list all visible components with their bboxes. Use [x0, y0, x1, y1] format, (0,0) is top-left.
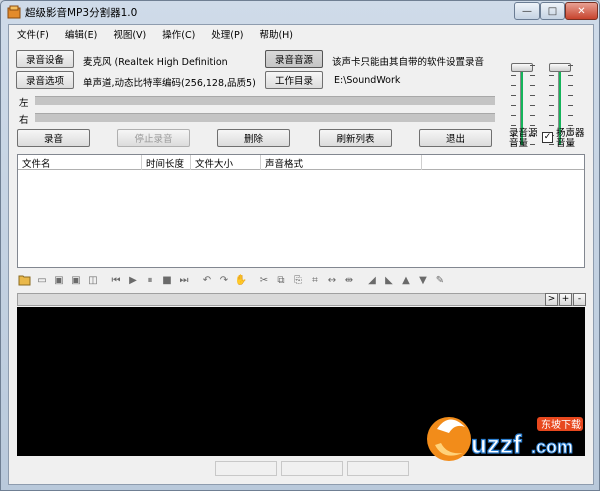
- stop-record-button[interactable]: 停止录音: [117, 129, 190, 147]
- open-folder-icon[interactable]: [17, 272, 33, 288]
- speaker-volume-label: 扬声器 音量: [556, 129, 585, 149]
- edit-toolbar: ▭ ▣ ▣ ◫ ⏮ ▶ ⏸ ■ ⏭ ↶ ↷ ✋ ✂ ⧉ ⎘ ⌗ ↔ ⇹ ◢ ◣ …: [17, 271, 585, 289]
- right-level-meter: [35, 113, 495, 122]
- watermark-brand: uzzf: [471, 429, 522, 459]
- status-cell-2: [281, 461, 343, 476]
- redo-icon[interactable]: ↷: [216, 272, 232, 288]
- cut-icon[interactable]: ✂: [256, 272, 272, 288]
- hand-icon[interactable]: ✋: [233, 272, 249, 288]
- volume-down-icon[interactable]: ▼: [415, 272, 431, 288]
- save-selection-icon[interactable]: ◫: [85, 272, 101, 288]
- app-window: 超级影音MP3分割器1.0 — □ ✕ 文件(F) 编辑(E) 视图(V) 操作…: [0, 0, 600, 491]
- column-empty: [422, 155, 584, 170]
- menu-file[interactable]: 文件(F): [9, 25, 57, 42]
- speaker-checkbox[interactable]: ✓: [542, 132, 553, 143]
- column-filesize[interactable]: 文件大小: [191, 155, 261, 170]
- speaker-volume-label-line2: 音量: [556, 138, 576, 149]
- record-button[interactable]: 录音: [17, 129, 90, 147]
- window-title: 超级影音MP3分割器1.0: [25, 7, 138, 19]
- delete-button[interactable]: 删除: [217, 129, 290, 147]
- file-list[interactable]: 文件名 时间长度 文件大小 声音格式: [17, 154, 585, 268]
- waveform-scrollbar[interactable]: > + -: [17, 293, 586, 306]
- record-options-button[interactable]: 录音选项: [16, 71, 74, 89]
- source-volume-label-line2: 音量: [509, 138, 529, 149]
- paste-icon[interactable]: ⎘: [290, 272, 306, 288]
- record-options-value: 单声道,动态比特率编码(256,128,品质5): [83, 78, 256, 89]
- save-as-icon[interactable]: ▣: [68, 272, 84, 288]
- play-icon[interactable]: ▶: [125, 272, 141, 288]
- menu-process[interactable]: 处理(P): [203, 25, 251, 42]
- column-filename[interactable]: 文件名: [18, 155, 142, 170]
- column-format[interactable]: 声音格式: [261, 155, 422, 170]
- right-channel-label: 右: [19, 115, 29, 126]
- save-icon[interactable]: ▣: [51, 272, 67, 288]
- minimize-button[interactable]: —: [514, 2, 540, 20]
- pause-icon[interactable]: ⏸: [142, 272, 158, 288]
- file-list-header: 文件名 时间长度 文件大小 声音格式: [18, 155, 584, 170]
- crop-icon[interactable]: ⌗: [307, 272, 323, 288]
- zoom-plus-button[interactable]: +: [559, 293, 572, 306]
- app-icon: [7, 5, 21, 19]
- zoom-out-icon[interactable]: ⇹: [341, 272, 357, 288]
- stop-icon[interactable]: ■: [159, 272, 175, 288]
- status-cell-1: [215, 461, 277, 476]
- fade-out-icon[interactable]: ◣: [381, 272, 397, 288]
- menu-bar: 文件(F) 编辑(E) 视图(V) 操作(C) 处理(P) 帮助(H): [9, 25, 593, 42]
- copy-icon[interactable]: ⧉: [273, 272, 289, 288]
- new-file-icon[interactable]: ▭: [34, 272, 50, 288]
- go-end-icon[interactable]: ⏭: [176, 272, 192, 288]
- record-source-note: 该声卡只能由其自带的软件设置录音: [332, 57, 485, 68]
- close-button[interactable]: ✕: [565, 2, 598, 20]
- go-start-icon[interactable]: ⏮: [108, 272, 124, 288]
- left-channel-label: 左: [19, 98, 29, 109]
- title-bar[interactable]: 超级影音MP3分割器1.0 — □ ✕: [1, 1, 599, 23]
- zoom-in-icon[interactable]: ↔: [324, 272, 340, 288]
- record-device-value: 麦克风 (Realtek High Definition: [83, 57, 228, 68]
- menu-view[interactable]: 视图(V): [105, 25, 154, 42]
- volume-up-icon[interactable]: ▲: [398, 272, 414, 288]
- fade-in-icon[interactable]: ◢: [364, 272, 380, 288]
- left-level-meter: [35, 96, 495, 105]
- workdir-value: E:\SoundWork: [334, 75, 401, 86]
- column-duration[interactable]: 时间长度: [142, 155, 191, 170]
- maximize-button[interactable]: □: [540, 2, 565, 20]
- menu-operate[interactable]: 操作(C): [154, 25, 203, 42]
- watermark-logo: uzzf .com 东坡下载: [427, 417, 583, 461]
- menu-edit[interactable]: 编辑(E): [57, 25, 105, 42]
- source-volume-label: 录音源 音量: [509, 129, 538, 149]
- scroll-right-button[interactable]: >: [545, 293, 558, 306]
- record-source-button[interactable]: 录音音源: [265, 50, 323, 68]
- menu-help[interactable]: 帮助(H): [251, 25, 301, 42]
- record-device-button[interactable]: 录音设备: [16, 50, 74, 68]
- watermark-tag: 东坡下载: [541, 418, 581, 431]
- workdir-button[interactable]: 工作目录: [265, 71, 323, 89]
- status-cell-3: [347, 461, 409, 476]
- zoom-minus-button[interactable]: -: [573, 293, 586, 306]
- undo-icon[interactable]: ↶: [199, 272, 215, 288]
- refresh-list-button[interactable]: 刷新列表: [319, 129, 392, 147]
- watermark-domain: .com: [531, 437, 573, 457]
- effects-icon[interactable]: ✎: [432, 272, 448, 288]
- exit-button[interactable]: 退出: [419, 129, 492, 147]
